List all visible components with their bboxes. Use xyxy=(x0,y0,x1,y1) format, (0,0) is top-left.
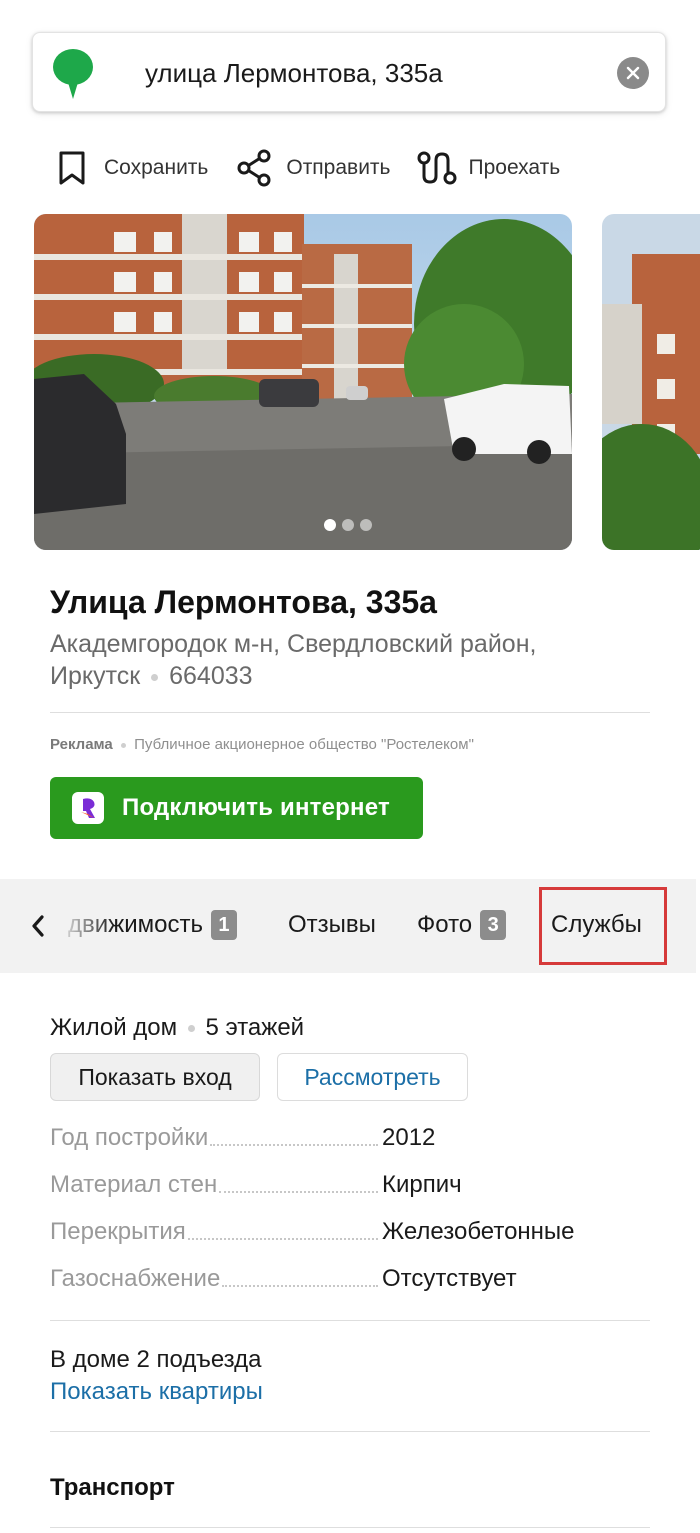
building-type: Жилой дом xyxy=(50,1014,178,1041)
ad-line: Реклама Публичное акционерное общество "… xyxy=(50,735,474,755)
prop-key: Перекрытия xyxy=(50,1218,186,1245)
place-address: Академгородок м-н, Свердловский район, И… xyxy=(50,628,650,692)
gallery-pagination[interactable] xyxy=(324,519,372,531)
share-label: Отправить xyxy=(286,156,391,179)
route-icon xyxy=(417,148,457,188)
prop-row: Материал стен Кирпич xyxy=(50,1169,650,1201)
tab-reviews[interactable]: Отзывы xyxy=(288,909,376,941)
prop-key: Год постройки xyxy=(50,1124,209,1151)
bookmark-icon xyxy=(52,148,92,188)
show-entrance-button[interactable]: Показать вход xyxy=(50,1053,260,1101)
gallery-dot[interactable] xyxy=(360,519,372,531)
prop-row: Год постройки 2012 xyxy=(50,1122,650,1154)
save-label: Сохранить xyxy=(104,156,209,179)
ad-advertiser: Публичное акционерное общество "Ростелек… xyxy=(134,736,474,753)
show-apartments-link[interactable]: Показать квартиры xyxy=(50,1376,263,1408)
address-line: Академгородок м-н, Свердловский район, xyxy=(50,630,537,658)
building-kind: Жилой дом 5 этажей xyxy=(50,1012,304,1044)
gallery-dot[interactable] xyxy=(324,519,336,531)
tab-count: 1 xyxy=(210,910,237,940)
prop-key: Материал стен xyxy=(50,1171,218,1198)
place-title: Улица Лермонтова, 335а xyxy=(50,584,437,620)
prop-value: Железобетонные xyxy=(382,1218,575,1245)
entrances-count: В доме 2 подъезда xyxy=(50,1346,262,1373)
divider xyxy=(50,1320,650,1321)
search-bar[interactable]: улица Лермонтова, 335а xyxy=(32,32,666,112)
tab-count: 3 xyxy=(480,910,507,940)
chevron-left-icon[interactable] xyxy=(30,914,46,943)
route-label: Проехать xyxy=(468,156,561,179)
cta-label: Подключить интернет xyxy=(122,794,390,821)
rostelecom-logo-icon xyxy=(72,792,104,824)
tab-photos[interactable]: Фото 3 xyxy=(417,909,507,941)
address-postcode: 664033 xyxy=(169,662,253,690)
prop-value: Кирпич xyxy=(382,1171,462,1198)
separator-dot xyxy=(151,673,159,681)
divider xyxy=(50,1431,650,1432)
share-button[interactable]: Отправить xyxy=(234,148,391,188)
prop-row: Перекрытия Железобетонные xyxy=(50,1216,650,1248)
gallery-dot[interactable] xyxy=(342,519,354,531)
pin-logo-icon xyxy=(51,47,95,99)
ad-label: Реклама xyxy=(50,736,113,753)
clear-icon[interactable] xyxy=(617,57,649,89)
place-actions: Сохранить Отправить Проехать xyxy=(52,146,586,190)
search-input[interactable]: улица Лермонтова, 335а xyxy=(145,57,443,89)
transport-heading: Транспорт xyxy=(50,1474,175,1501)
separator-dot xyxy=(187,1025,195,1033)
building-photo[interactable] xyxy=(34,214,572,550)
highlight-box xyxy=(539,887,667,965)
separator-dot xyxy=(120,742,126,748)
address-city: Иркутск xyxy=(50,662,141,690)
building-photo-next[interactable] xyxy=(602,214,700,550)
tab-label: Фото xyxy=(417,911,473,938)
divider xyxy=(50,712,650,713)
view-button[interactable]: Рассмотреть xyxy=(277,1053,468,1101)
route-button[interactable]: Проехать xyxy=(417,148,561,188)
tabs-fade xyxy=(58,879,114,973)
share-icon xyxy=(234,148,274,188)
prop-row: Газоснабжение Отсутствует xyxy=(50,1263,650,1295)
connect-internet-button[interactable]: Подключить интернет xyxy=(50,777,423,839)
prop-value: Отсутствует xyxy=(382,1265,517,1292)
save-button[interactable]: Сохранить xyxy=(52,148,208,188)
prop-value: 2012 xyxy=(382,1124,436,1151)
prop-key: Газоснабжение xyxy=(50,1265,221,1292)
divider xyxy=(50,1527,650,1528)
building-floors: 5 этажей xyxy=(205,1014,305,1041)
tab-label: Отзывы xyxy=(288,911,376,938)
